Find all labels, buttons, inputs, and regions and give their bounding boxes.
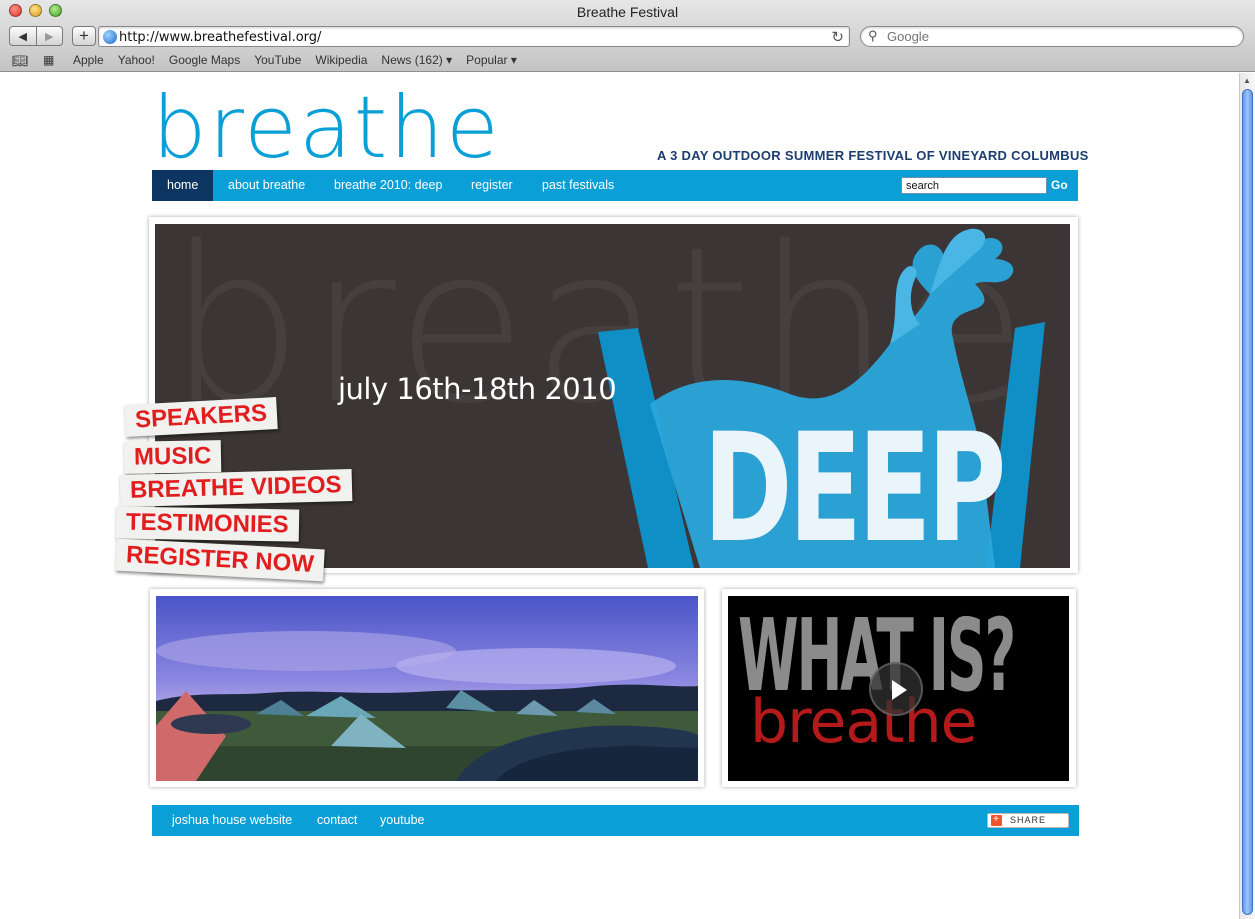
window-title: Breathe Festival — [576, 4, 679, 20]
hero-deep-title: DEEP — [703, 402, 1006, 568]
nav-item-register[interactable]: register — [456, 170, 528, 201]
browser-toolbar: ◀ ▶ + http://www.breathefestival.org/ ↻ … — [0, 24, 1255, 50]
back-button[interactable]: ◀ — [10, 27, 36, 45]
bookmark-list: Apple Yahoo! Google Maps YouTube Wikiped… — [73, 53, 517, 67]
breathe-videos-link[interactable]: BREATHE VIDEOS — [119, 468, 352, 508]
site-globe-icon — [103, 30, 117, 44]
forward-button[interactable]: ▶ — [35, 27, 63, 45]
search-go-button[interactable]: Go — [1051, 170, 1068, 201]
play-icon[interactable] — [869, 662, 923, 716]
campsite-photo-card — [150, 589, 704, 787]
nav-item-breathe-2010[interactable]: breathe 2010: deep — [319, 170, 457, 201]
search-icon: ⚲ — [868, 28, 878, 43]
nav-item-about[interactable]: about breathe — [213, 170, 320, 201]
nav-item-home[interactable]: home — [152, 170, 214, 201]
bookmark-item[interactable]: Popular ▾ — [466, 53, 517, 67]
title-bar: Breathe Festival — [0, 0, 1255, 22]
history-buttons: ◀ ▶ — [9, 26, 63, 46]
campsite-photo[interactable] — [156, 596, 698, 781]
what-is-breathe-video[interactable]: WHAT IS? breathe — [728, 596, 1069, 781]
share-label: SHARE — [1010, 815, 1047, 825]
festival-dates: july 16th-18th 2010 — [338, 372, 617, 406]
open-book-icon[interactable]: 📖︎ — [12, 53, 29, 69]
footer-link-youtube[interactable]: youtube — [380, 805, 424, 836]
nav-item-past-festivals[interactable]: past festivals — [527, 170, 629, 201]
bookmark-item[interactable]: News (162) ▾ — [381, 53, 452, 67]
browser-search-input[interactable] — [887, 29, 1227, 44]
site-logo[interactable]: breathe — [152, 85, 501, 171]
main-nav: home about breathe breathe 2010: deep re… — [152, 170, 1078, 201]
plus-icon: + — [991, 815, 1002, 826]
bookmarks-bar: 📖︎ ▦ Apple Yahoo! Google Maps YouTube Wi… — [0, 50, 1255, 71]
browser-chrome: Breathe Festival ◀ ▶ + http://www.breath… — [0, 0, 1255, 72]
grid-icon[interactable]: ▦ — [43, 53, 54, 67]
what-is-breathe-video-card: WHAT IS? breathe — [722, 589, 1076, 787]
bookmark-item[interactable]: Yahoo! — [118, 53, 155, 67]
music-link[interactable]: MUSIC — [123, 440, 222, 474]
address-text[interactable]: http://www.breathefestival.org/ — [119, 30, 321, 45]
bookmark-item[interactable]: Apple — [73, 53, 104, 67]
scrollbar-thumb[interactable] — [1242, 89, 1253, 915]
page-scrollbar[interactable]: ▲ — [1239, 73, 1255, 919]
campsite-photo-image — [156, 596, 698, 781]
testimonies-link[interactable]: TESTIMONIES — [115, 506, 299, 542]
web-page: breathe A 3 DAY OUTDOOR SUMMER FESTIVAL … — [0, 73, 1239, 919]
footer-link-contact[interactable]: contact — [317, 805, 357, 836]
site-tagline: A 3 DAY OUTDOOR SUMMER FESTIVAL OF VINEY… — [657, 148, 1089, 163]
scroll-up-arrow-icon[interactable]: ▲ — [1243, 76, 1251, 85]
video-breathe-text: breathe — [750, 687, 978, 757]
address-bar[interactable]: http://www.breathefestival.org/ ↻ — [98, 26, 850, 47]
site-search-input[interactable] — [901, 177, 1047, 194]
browser-search-box[interactable]: ⚲ — [860, 26, 1244, 47]
footer-link-joshua-house[interactable]: joshua house website — [172, 805, 292, 836]
bookmark-item[interactable]: Wikipedia — [315, 53, 367, 67]
add-bookmark-button[interactable]: + — [72, 26, 96, 46]
site-footer: joshua house website contact youtube + S… — [152, 805, 1079, 836]
share-button[interactable]: + SHARE — [987, 813, 1069, 828]
bookmark-item[interactable]: Google Maps — [169, 53, 240, 67]
bookmark-item[interactable]: YouTube — [254, 53, 301, 67]
reload-icon[interactable]: ↻ — [831, 28, 844, 46]
